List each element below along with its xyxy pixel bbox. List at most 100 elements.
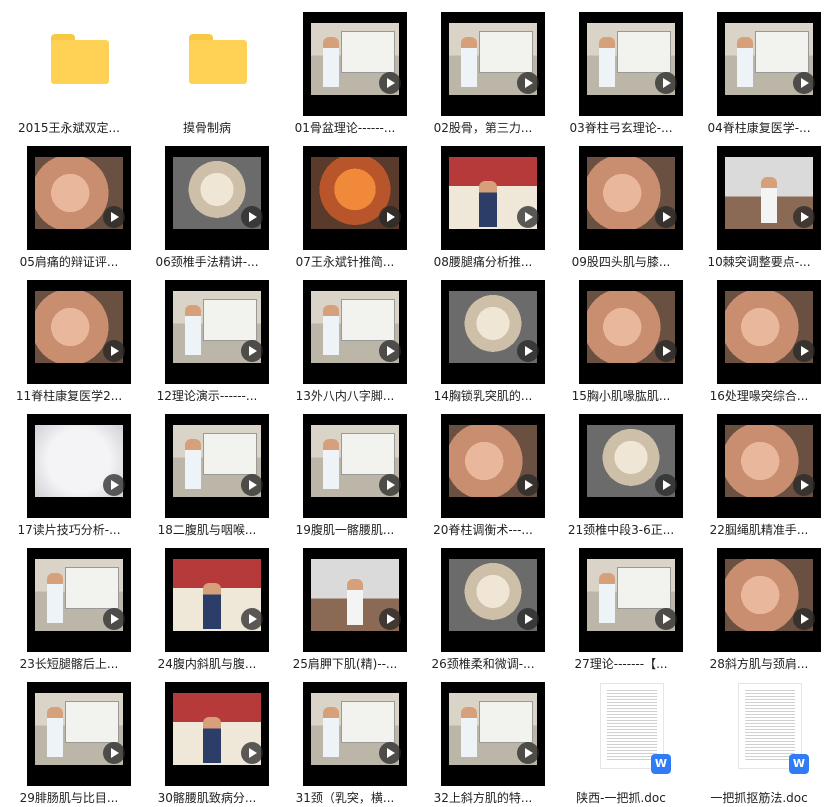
file-name-label: 10棘突调整要点-... <box>707 255 811 269</box>
video-file-item[interactable]: 04脊柱康复医学-... <box>690 3 828 137</box>
video-file-item[interactable]: 10棘突调整要点-... <box>690 137 828 271</box>
video-file-item[interactable]: 16处理喙突综合... <box>690 271 828 405</box>
video-file-item[interactable]: 31颈（乳突，横... <box>276 673 414 807</box>
video-thumbnail <box>717 280 821 384</box>
folder-shape <box>189 34 247 84</box>
play-icon <box>241 340 263 362</box>
file-name-label: 07王永斌针推简... <box>295 255 395 269</box>
video-file-item[interactable]: 28斜方肌与颈肩... <box>690 539 828 673</box>
video-file-item[interactable]: 27理论-------【... <box>552 539 690 673</box>
video-thumbnail <box>717 548 821 652</box>
play-icon <box>379 340 401 362</box>
video-thumbnail <box>717 146 821 250</box>
video-thumbnail <box>579 280 683 384</box>
video-thumbnail <box>579 548 683 652</box>
file-name-label: 23长短腿髂后上... <box>19 657 119 671</box>
video-file-item[interactable]: 11脊柱康复医学2... <box>0 271 138 405</box>
video-file-item[interactable]: 14胸锁乳突肌的... <box>414 271 552 405</box>
file-name-label: 13外八内八字脚... <box>295 389 395 403</box>
file-name-label: 22腘绳肌精准手... <box>709 523 809 537</box>
play-icon <box>379 608 401 630</box>
video-thumbnail <box>303 12 407 116</box>
video-thumbnail <box>303 280 407 384</box>
play-icon <box>379 206 401 228</box>
play-icon <box>793 206 815 228</box>
play-icon <box>103 340 125 362</box>
file-name-label: 28斜方肌与颈肩... <box>709 657 809 671</box>
play-icon <box>793 608 815 630</box>
video-file-item[interactable]: 19腹肌一髂腰肌... <box>276 405 414 539</box>
video-file-item[interactable]: 12理论演示------... <box>138 271 276 405</box>
file-name-label: 陕西-一把抓.doc <box>576 791 666 805</box>
video-thumbnail <box>441 548 545 652</box>
video-file-item[interactable]: 29腓肠肌与比目... <box>0 673 138 807</box>
doc-text-preview <box>745 690 795 760</box>
video-file-item[interactable]: 05肩痛的辩证评... <box>0 137 138 271</box>
video-file-item[interactable]: 01骨盆理论------... <box>276 3 414 137</box>
video-thumbnail <box>165 548 269 652</box>
video-file-item[interactable]: 22腘绳肌精准手... <box>690 405 828 539</box>
play-icon <box>103 206 125 228</box>
video-file-item[interactable]: 06颈椎手法精讲-... <box>138 137 276 271</box>
play-icon <box>517 474 539 496</box>
folder-item[interactable]: 摸骨制病 <box>138 3 276 137</box>
video-thumbnail <box>303 682 407 786</box>
file-name-label: 18二腹肌与咽喉... <box>157 523 257 537</box>
file-name-label: 31颈（乳突，横... <box>295 791 395 805</box>
video-thumbnail <box>579 146 683 250</box>
video-file-item[interactable]: 18二腹肌与咽喉... <box>138 405 276 539</box>
play-icon <box>517 608 539 630</box>
file-name-label: 15胸小肌喙肱肌... <box>571 389 671 403</box>
video-file-item[interactable]: 21颈椎中段3-6正... <box>552 405 690 539</box>
video-thumbnail <box>27 146 131 250</box>
video-file-item[interactable]: 09股四头肌与膝... <box>552 137 690 271</box>
video-file-item[interactable]: 07王永斌针推简... <box>276 137 414 271</box>
video-file-item[interactable]: 30髂腰肌致病分... <box>138 673 276 807</box>
video-file-item[interactable]: 24腹内斜肌与腹... <box>138 539 276 673</box>
video-file-item[interactable]: 03脊柱弓玄理论-... <box>552 3 690 137</box>
video-file-item[interactable]: 17读片技巧分析-... <box>0 405 138 539</box>
file-name-label: 24腹内斜肌与腹... <box>157 657 257 671</box>
video-file-item[interactable]: 25肩胛下肌(精)--... <box>276 539 414 673</box>
file-name-label: 01骨盆理论------... <box>294 121 396 135</box>
video-thumbnail <box>303 548 407 652</box>
video-file-item[interactable]: 13外八内八字脚... <box>276 271 414 405</box>
video-thumbnail <box>303 414 407 518</box>
video-file-item[interactable]: 26颈椎柔和微调-... <box>414 539 552 673</box>
word-icon: W <box>789 754 809 774</box>
file-name-label: 27理论-------【... <box>574 657 668 671</box>
video-file-item[interactable]: 32上斜方肌的特... <box>414 673 552 807</box>
play-icon <box>379 72 401 94</box>
play-icon <box>103 742 125 764</box>
video-file-item[interactable]: 23长短腿髂后上... <box>0 539 138 673</box>
file-grid: 2015王永斌双定... 摸骨制病 01骨盆理论------... 02股骨，第三力.… <box>0 0 840 805</box>
play-icon <box>241 206 263 228</box>
play-icon <box>103 608 125 630</box>
doc-text-preview <box>607 690 657 760</box>
play-icon <box>793 474 815 496</box>
folder-icon <box>165 12 269 116</box>
play-icon <box>517 206 539 228</box>
file-name-label: 14胸锁乳突肌的... <box>433 389 533 403</box>
video-thumbnail <box>165 682 269 786</box>
video-thumbnail <box>27 414 131 518</box>
file-name-label: 29腓肠肌与比目... <box>19 791 119 805</box>
folder-item[interactable]: 2015王永斌双定... <box>0 3 138 137</box>
doc-file-item[interactable]: W 一把抓抠筋法.doc <box>690 673 828 807</box>
video-file-item[interactable]: 20脊柱调衡术---... <box>414 405 552 539</box>
play-icon <box>793 340 815 362</box>
file-name-label: 21颈椎中段3-6正... <box>567 523 675 537</box>
video-thumbnail <box>165 146 269 250</box>
video-file-item[interactable]: 15胸小肌喙肱肌... <box>552 271 690 405</box>
video-file-item[interactable]: 08腰腿痛分析推... <box>414 137 552 271</box>
file-name-label: 20脊柱调衡术---... <box>433 523 533 537</box>
play-icon <box>241 742 263 764</box>
word-doc-thumbnail: W <box>717 682 821 786</box>
video-thumbnail <box>441 414 545 518</box>
word-icon: W <box>651 754 671 774</box>
doc-file-item[interactable]: W 陕西-一把抓.doc <box>552 673 690 807</box>
video-file-item[interactable]: 02股骨，第三力... <box>414 3 552 137</box>
file-name-label: 02股骨，第三力... <box>433 121 533 135</box>
file-name-label: 17读片技巧分析-... <box>17 523 121 537</box>
video-thumbnail <box>165 280 269 384</box>
